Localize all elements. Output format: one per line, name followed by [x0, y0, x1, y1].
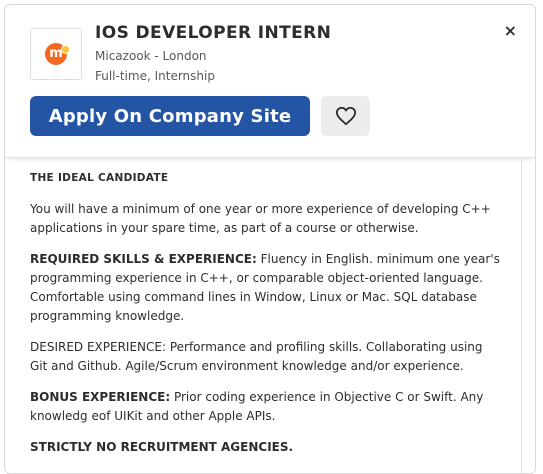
company-location: Micazook - London [95, 49, 207, 63]
job-header: m IOS DEVELOPER INTERN Micazook - London… [5, 5, 535, 158]
apply-on-company-site-button[interactable]: Apply On Company Site [30, 96, 310, 136]
job-detail-panel: m IOS DEVELOPER INTERN Micazook - London… [4, 4, 536, 474]
job-type: Full-time, Internship [95, 69, 215, 83]
close-icon[interactable]: × [504, 21, 517, 40]
strict-note-text: STRICTLY NO RECRUITMENT AGENCIES. [30, 440, 294, 454]
job-description: THE IDEAL CANDIDATE You will have a mini… [30, 169, 500, 469]
company-logo-icon: m [45, 43, 70, 65]
company-logo-letter: m [49, 46, 63, 61]
save-job-button[interactable] [321, 96, 370, 136]
strict-note: STRICTLY NO RECRUITMENT AGENCIES. [30, 438, 500, 457]
bonus-experience-paragraph: BONUS EXPERIENCE: Prior coding experienc… [30, 388, 500, 426]
company-logo: m [30, 28, 82, 80]
heart-icon [335, 106, 356, 126]
section-heading: THE IDEAL CANDIDATE [30, 172, 169, 184]
bonus-experience-label: BONUS EXPERIENCE: [30, 390, 171, 404]
intro-paragraph: You will have a minimum of one year or m… [30, 202, 491, 235]
scrollbar[interactable] [521, 157, 522, 473]
job-title: IOS DEVELOPER INTERN [95, 23, 332, 43]
desired-experience-paragraph: DESIRED EXPERIENCE: Performance and prof… [30, 340, 483, 373]
required-skills-paragraph: REQUIRED SKILLS & EXPERIENCE: Fluency in… [30, 250, 500, 326]
required-skills-label: REQUIRED SKILLS & EXPERIENCE: [30, 252, 257, 266]
